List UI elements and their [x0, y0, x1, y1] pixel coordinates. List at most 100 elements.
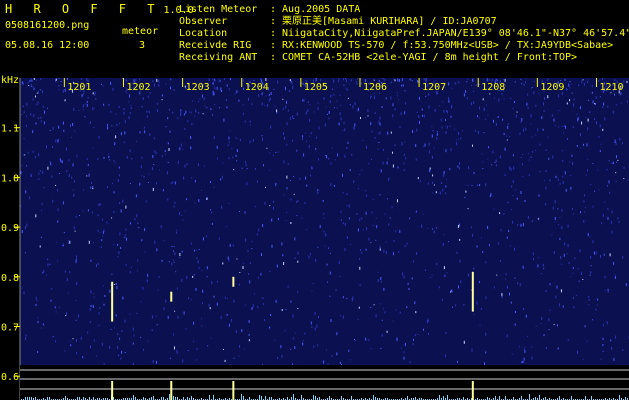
noise-speck: [41, 90, 43, 94]
noise-speck: [515, 189, 517, 191]
noise-speck: [99, 306, 101, 309]
noise-speck: [526, 335, 528, 337]
noise-speck: [33, 86, 35, 88]
noise-speck: [453, 128, 455, 130]
noise-speck: [609, 191, 611, 194]
noise-speck: [583, 200, 585, 203]
noise-speck: [403, 153, 405, 156]
noise-speck: [366, 145, 367, 149]
noise-speck: [421, 114, 423, 117]
noise-speck: [201, 318, 203, 320]
noise-speck: [74, 130, 76, 132]
noise-speck: [379, 131, 381, 135]
noise-speck: [316, 136, 317, 139]
noise-speck: [479, 184, 481, 187]
noise-speck: [326, 113, 328, 115]
spectrogram-area: [20, 78, 629, 365]
noise-speck: [146, 111, 148, 113]
noise-speck: [75, 259, 77, 263]
noise-speck: [547, 136, 549, 138]
noise-speck: [106, 221, 108, 224]
noise-speck: [559, 216, 561, 218]
noise-speck: [375, 239, 377, 241]
noise-speck: [488, 79, 490, 82]
noise-speck: [365, 248, 367, 251]
noise-speck: [611, 210, 613, 214]
noise-speck: [249, 120, 251, 123]
noise-speck: [565, 87, 567, 91]
noise-speck: [228, 157, 230, 160]
noise-speck: [370, 95, 372, 97]
noise-speck: [68, 240, 70, 241]
noise-speck: [594, 103, 595, 105]
noise-speck: [160, 225, 162, 229]
noise-speck: [186, 276, 188, 280]
noise-speck: [490, 193, 492, 196]
noise-speck: [282, 98, 284, 100]
noise-speck: [168, 109, 170, 111]
noise-speck: [370, 307, 372, 308]
noise-speck: [142, 97, 144, 101]
noise-speck: [218, 79, 220, 83]
noise-speck: [65, 147, 67, 151]
noise-speck: [395, 230, 397, 233]
noise-speck: [596, 304, 598, 306]
noise-speck: [247, 250, 249, 252]
noise-speck: [231, 148, 233, 149]
noise-speck: [384, 213, 386, 215]
noise-speck: [232, 244, 234, 247]
noise-speck: [458, 285, 459, 289]
noise-speck: [569, 276, 571, 278]
noise-speck: [137, 259, 139, 262]
noise-speck: [128, 116, 130, 120]
noise-speck: [379, 122, 381, 126]
noise-speck: [212, 78, 213, 80]
noise-speck: [480, 237, 482, 239]
noise-speck: [520, 223, 522, 227]
noise-speck: [285, 220, 287, 222]
noise-speck: [409, 218, 410, 220]
noise-speck: [89, 308, 91, 311]
noise-speck: [78, 109, 80, 111]
noise-speck: [170, 86, 171, 90]
noise-speck: [176, 229, 178, 231]
noise-speck: [600, 143, 602, 145]
noise-speck: [349, 169, 351, 172]
noise-speck: [443, 234, 445, 236]
noise-speck: [272, 206, 274, 210]
noise-speck: [228, 202, 230, 204]
noise-speck: [548, 318, 550, 322]
noise-spike: [529, 394, 530, 400]
noise-speck: [21, 287, 23, 289]
noise-speck: [382, 149, 384, 151]
noise-speck: [239, 139, 241, 142]
noise-speck: [151, 315, 153, 319]
noise-speck: [371, 159, 372, 160]
noise-speck: [467, 273, 469, 277]
noise-speck: [445, 192, 447, 195]
noise-speck: [130, 107, 132, 109]
noise-speck: [132, 342, 134, 345]
noise-speck: [248, 319, 250, 323]
noise-speck: [416, 128, 418, 132]
noise-speck: [87, 96, 89, 99]
noise-speck: [174, 252, 176, 256]
noise-speck: [442, 101, 444, 103]
noise-speck: [543, 334, 545, 337]
noise-speck: [564, 78, 566, 81]
noise-speck: [617, 217, 619, 220]
noise-spike: [173, 396, 174, 400]
noise-speck: [102, 218, 104, 221]
noise-speck: [103, 156, 105, 159]
noise-speck: [554, 216, 556, 220]
noise-speck: [219, 107, 220, 109]
noise-speck: [607, 216, 609, 220]
noise-speck: [203, 165, 205, 167]
noise-speck: [58, 89, 60, 91]
noise-speck: [213, 136, 215, 139]
noise-speck: [346, 147, 348, 149]
noise-speck: [245, 160, 247, 163]
noise-speck: [359, 258, 361, 260]
noise-speck: [280, 345, 282, 349]
noise-speck: [186, 163, 188, 166]
